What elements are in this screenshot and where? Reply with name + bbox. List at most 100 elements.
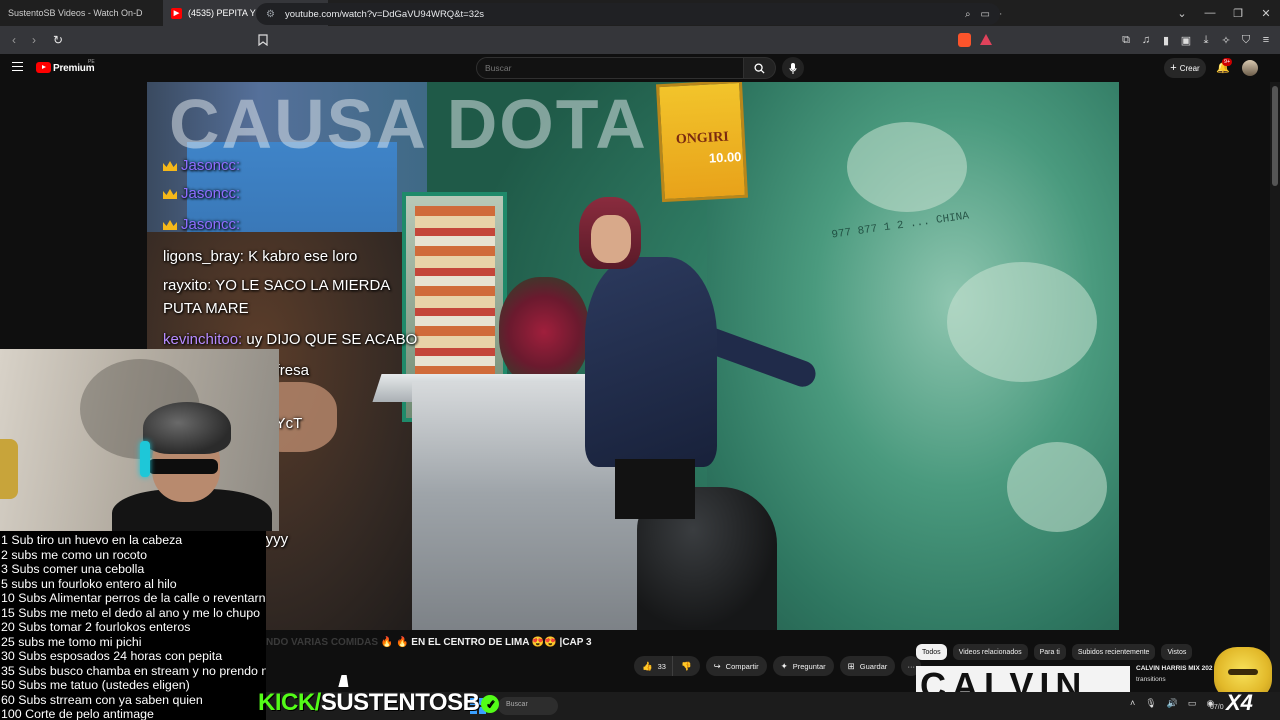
download-icon[interactable]: ⤓ [1200, 34, 1212, 47]
menu-icon[interactable]: ≡ [1260, 34, 1272, 46]
browser-tab[interactable]: KSustentoSB Videos - Watch On-D [0, 0, 163, 26]
filter-chip[interactable]: Todos [916, 644, 947, 660]
search-input[interactable]: Buscar [476, 57, 744, 79]
streamer-webcam [0, 349, 279, 531]
kick-channel-name: SUSTENTOSB [320, 689, 480, 716]
video-player[interactable]: 977 877 1 2 ... CHINA ONGIRI 10.00 CAUSA… [147, 82, 1119, 630]
filter-chip[interactable]: Para ti [1033, 644, 1066, 660]
forward-button[interactable]: › [24, 33, 44, 47]
subs-goal-item: 3 Subs comer una cebolla [1, 562, 145, 576]
volume-icon[interactable]: 🔊 [1167, 698, 1178, 709]
webcam-yellow-object [0, 439, 18, 499]
address-bar-row: ‹ › ↻ [0, 26, 1280, 54]
share-icon: ↪ [713, 660, 721, 671]
video-actions: 👍 33 👎 ↪ Compartir ✦ Preguntar ⊞ Guardar ··· [634, 656, 922, 676]
chat-message: Jasoncc: [163, 216, 240, 233]
ai-icon[interactable]: ✧ [1220, 34, 1232, 47]
taskbar-date[interactable]: 07/0 [1210, 704, 1224, 711]
share-label: Compartir [725, 661, 759, 671]
back-button[interactable]: ‹ [4, 33, 24, 47]
create-button[interactable]: + Crear [1164, 58, 1206, 78]
streamer-hair [143, 402, 231, 454]
window-controls: ⌄ — ❐ ✕ [1168, 0, 1280, 26]
zoom-icon[interactable]: ⌕ [965, 9, 971, 20]
plus-icon: + [1170, 62, 1177, 74]
microphone-tray-icon[interactable]: 🎙 [1145, 698, 1156, 709]
brave-shields-icon[interactable] [958, 33, 971, 47]
filter-chip[interactable]: Vistos [1161, 644, 1193, 660]
chat-message: PUTA MARE [163, 300, 249, 317]
person-legs [615, 459, 695, 519]
x4-logo: X4 [1226, 690, 1253, 715]
poster-text: ONGIRI [675, 129, 730, 148]
subs-goal-item: 60 Subs strream con ya saben quien [1, 692, 203, 707]
search-button[interactable] [744, 57, 776, 79]
ask-label: Preguntar [792, 661, 826, 671]
brave-rewards-icon[interactable] [980, 34, 992, 45]
close-window-button[interactable]: ✕ [1252, 7, 1280, 20]
minimize-button[interactable]: — [1196, 7, 1224, 19]
subs-goal-item: 50 Subs me tatuo (ustedes eligen) [1, 678, 190, 692]
subs-goal-item: 2 subs me como un rocoto [1, 547, 148, 562]
subs-goal-item: 100 Corte de pelo antimage [1, 707, 154, 720]
filter-chip[interactable]: Videos relacionados [952, 644, 1028, 660]
save-button[interactable]: ⊞ Guardar [839, 656, 896, 676]
subs-goal-item: 5 subs un fourloko entero al hilo [1, 576, 177, 591]
voice-search-button[interactable] [782, 57, 804, 79]
site-info-icon[interactable]: ⚙ [266, 9, 275, 20]
restore-button[interactable]: ❐ [1224, 7, 1252, 20]
extensions-icon[interactable]: ⧉ [1120, 34, 1132, 47]
scrollbar-thumb[interactable] [1272, 86, 1278, 186]
bookmark-icon[interactable] [258, 33, 268, 51]
search-icon [754, 62, 765, 74]
system-tray: ˄ 🎙 🔊 ▭ ◉ [1130, 698, 1214, 709]
music-icon[interactable]: ♫ [1140, 34, 1152, 46]
guide-menu-icon[interactable] [12, 62, 23, 71]
thumbs-up-icon: 👍 [642, 660, 653, 671]
recommended-title[interactable]: CALVIN HARRIS MIX 202 [1136, 665, 1212, 672]
page-scrollbar[interactable] [1270, 82, 1280, 692]
subs-goal-list: 1 Sub tiro un huevo en la cabeza 2 subs m… [0, 531, 266, 720]
recommended-thumbnail[interactable]: CALVIN [916, 666, 1130, 692]
chat-username: Jasoncc: [181, 157, 241, 174]
kick-channel-overlay: KICK/SUSTENTOSB ✓ [258, 689, 500, 717]
youtube-favicon-icon: ▶ [171, 7, 182, 19]
microphone-icon [789, 62, 797, 74]
chat-username: Jasoncc: [181, 216, 241, 233]
url-field[interactable]: ⚙ youtube.com/watch?v=DdGaVU94WRQ&t=32s … [256, 3, 1000, 25]
video-scene-flowers [499, 277, 589, 387]
save-icon: ⊞ [847, 660, 855, 671]
chat-message: ligons_bray: K kabro ese loro [163, 248, 357, 265]
thumbnail-text: CALVIN [920, 666, 1088, 693]
chat-text: uy DIJO QUE SE ACABO [246, 331, 418, 348]
cast-icon[interactable]: ▭ [981, 9, 990, 20]
share-button[interactable]: ↪ Compartir [705, 656, 767, 676]
wall-spot [847, 122, 967, 212]
wallet-icon[interactable]: ▣ [1180, 34, 1192, 47]
url-text: youtube.com/watch?v=DdGaVU94WRQ&t=32s [284, 8, 485, 20]
ask-button[interactable]: ✦ Preguntar [772, 656, 834, 676]
save-label: Guardar [859, 661, 888, 671]
youtube-logo-icon[interactable] [36, 62, 51, 73]
youtube-masthead: Premium PE Buscar + Crear 🔔 9+ [0, 54, 1280, 82]
reload-button[interactable]: ↻ [48, 33, 68, 47]
title-separator-icon: 🔥 🔥 [380, 637, 409, 648]
chat-message: rayxito: YO LE SACO LA MIERDA [163, 277, 390, 294]
network-icon[interactable]: ▭ [1188, 698, 1197, 709]
country-code: PE [88, 59, 95, 65]
tab-search-icon[interactable]: ⌄ [1168, 7, 1196, 20]
video-scene-person [579, 197, 820, 519]
taskbar-search[interactable]: Buscar [498, 697, 558, 715]
create-label: Crear [1179, 63, 1200, 73]
filter-chip[interactable]: Subidos recientemente [1071, 644, 1156, 660]
account-avatar[interactable] [1242, 60, 1258, 76]
video-scene-shelf [415, 206, 495, 396]
sidebar-icon[interactable]: ▮ [1160, 34, 1172, 47]
vpn-icon[interactable]: ⛉ [1240, 34, 1252, 47]
video-title-main: EN EL CENTRO DE LIMA 😍😍 |CAP 3 [411, 637, 592, 648]
kick-prefix: KICK/ [258, 689, 321, 716]
like-button[interactable]: 👍 33 [634, 656, 672, 676]
chevron-up-icon[interactable]: ˄ [1130, 698, 1135, 709]
dislike-button[interactable]: 👎 [671, 656, 700, 676]
chat-username: Jasoncc: [181, 185, 241, 202]
